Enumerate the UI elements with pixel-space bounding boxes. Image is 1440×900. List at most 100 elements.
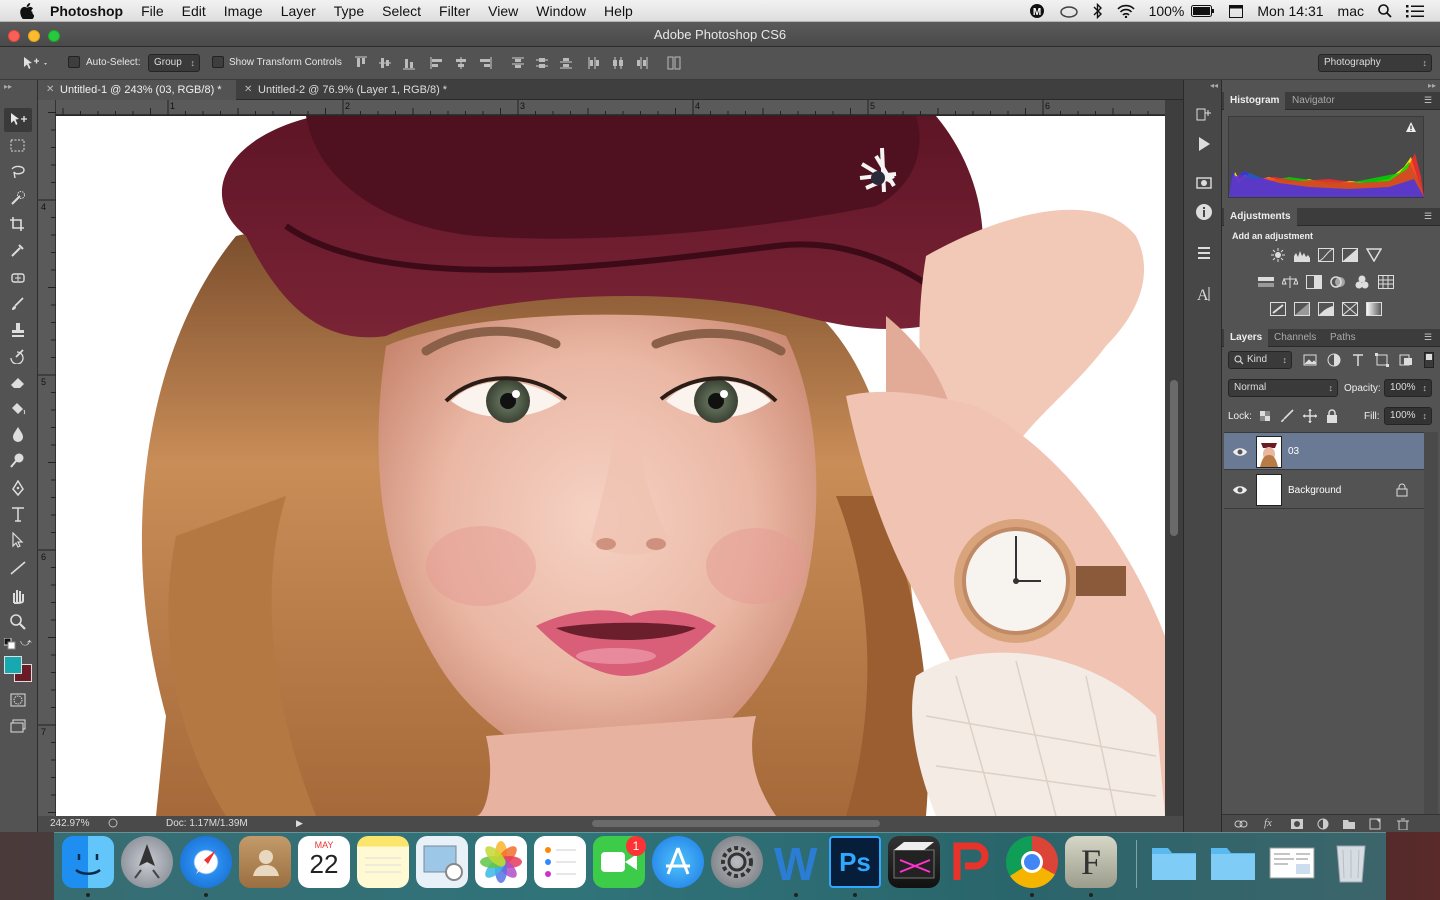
dock-launchpad-icon[interactable] [121, 836, 173, 888]
scrollbar-thumb[interactable] [1170, 380, 1178, 536]
menu-edit[interactable]: Edit [173, 0, 215, 22]
menu-window[interactable]: Window [527, 0, 595, 22]
black-white-icon[interactable] [1306, 275, 1322, 289]
distribute-left-icon[interactable] [586, 55, 602, 71]
lock-transparent-icon[interactable] [1258, 409, 1274, 423]
dock-finder-icon[interactable] [62, 836, 114, 888]
menu-file[interactable]: File [132, 0, 173, 22]
new-group-icon[interactable] [1342, 818, 1356, 830]
line-tool-icon[interactable] [4, 556, 32, 580]
tab-paths[interactable]: Paths [1324, 329, 1362, 347]
path-selection-tool-icon[interactable] [4, 528, 32, 552]
status-info-icon[interactable] [108, 818, 118, 828]
tab-histogram[interactable]: Histogram [1224, 92, 1286, 110]
menu-photoshop[interactable]: Photoshop [38, 0, 132, 22]
tab-untitled-1[interactable]: ✕ Untitled-1 @ 243% (03, RGB/8) * [38, 80, 236, 100]
layer-style-fx-icon[interactable]: fx [1264, 817, 1272, 829]
invert-icon[interactable] [1270, 302, 1286, 316]
auto-select-dropdown[interactable]: Group [148, 54, 200, 72]
panel-menu-icon[interactable]: ☰ [1424, 211, 1436, 223]
align-hcenter-icon[interactable] [453, 55, 469, 71]
history-brush-tool-icon[interactable] [4, 344, 32, 368]
close-window-button[interactable] [8, 30, 20, 42]
swap-colors-icon[interactable]: ⤻ [20, 637, 32, 649]
align-bottom-icon[interactable] [401, 55, 417, 71]
gradient-map-icon[interactable] [1366, 302, 1382, 316]
dock-fontlab-icon[interactable]: F [1065, 836, 1117, 888]
properties-panel-icon[interactable] [1194, 173, 1214, 193]
layer-row-background[interactable]: Background [1224, 471, 1424, 509]
visibility-eye-icon[interactable] [1232, 446, 1248, 458]
posterize-icon[interactable] [1294, 302, 1310, 316]
history-panel-icon[interactable] [1194, 105, 1214, 125]
notification-center-icon[interactable] [1399, 4, 1440, 18]
dock-document-icon[interactable] [1266, 836, 1318, 888]
dock-calendar-icon[interactable]: MAY 22 [298, 836, 350, 888]
cloud-icon[interactable] [1052, 4, 1086, 18]
zoom-tool-icon[interactable] [4, 610, 32, 634]
dock-photos-icon[interactable] [475, 836, 527, 888]
photo-filter-icon[interactable] [1330, 275, 1346, 289]
collapse-strip-icon[interactable]: ◂◂ [1210, 81, 1218, 90]
lock-all-icon[interactable] [1324, 409, 1340, 423]
crop-tool-icon[interactable] [4, 212, 32, 236]
dock-preview-icon[interactable] [416, 836, 468, 888]
bluetooth-icon[interactable] [1086, 3, 1110, 19]
foreground-color-swatch[interactable] [4, 656, 22, 674]
layers-scrollbar[interactable] [1424, 432, 1438, 830]
auto-select-checkbox[interactable] [68, 56, 80, 68]
color-balance-icon[interactable] [1282, 275, 1298, 289]
wifi-icon[interactable] [1110, 4, 1142, 18]
eraser-tool-icon[interactable] [4, 370, 32, 394]
menu-layer[interactable]: Layer [272, 0, 325, 22]
spotlight-icon[interactable] [1371, 4, 1399, 18]
zoom-window-button[interactable] [48, 30, 60, 42]
collapse-tools-icon[interactable]: ▸▸ [4, 82, 12, 91]
vertical-scrollbar[interactable] [1165, 100, 1183, 816]
dock-reminders-icon[interactable] [534, 836, 586, 888]
exposure-icon[interactable] [1342, 248, 1358, 262]
quick-selection-tool-icon[interactable] [4, 186, 32, 210]
document-canvas[interactable] [56, 116, 1165, 816]
dock-contacts-icon[interactable] [239, 836, 291, 888]
minimize-window-button[interactable] [28, 30, 40, 42]
visibility-eye-icon[interactable] [1232, 484, 1248, 496]
dock-notes-icon[interactable] [357, 836, 409, 888]
layer-comps-panel-icon[interactable] [1194, 243, 1214, 263]
filter-toggle[interactable] [1424, 352, 1434, 368]
lasso-tool-icon[interactable] [4, 160, 32, 184]
clone-stamp-tool-icon[interactable] [4, 318, 32, 342]
tab-adjustments[interactable]: Adjustments [1224, 208, 1297, 226]
menu-type[interactable]: Type [325, 0, 373, 22]
vibrance-icon[interactable] [1366, 248, 1382, 262]
align-top-icon[interactable] [353, 55, 369, 71]
status-menu-arrow-icon[interactable]: ▶ [296, 818, 303, 829]
horizontal-scrollbar-thumb[interactable] [592, 820, 880, 827]
new-adjustment-layer-icon[interactable] [1316, 818, 1330, 830]
menu-help[interactable]: Help [595, 0, 642, 22]
workspace-dropdown[interactable]: Photography [1318, 54, 1432, 72]
levels-icon[interactable] [1294, 248, 1310, 262]
default-colors-icon[interactable] [4, 638, 16, 650]
dock-trash-icon[interactable] [1325, 836, 1377, 888]
align-left-icon[interactable] [429, 55, 445, 71]
menu-view[interactable]: View [479, 0, 527, 22]
dodge-tool-icon[interactable] [4, 448, 32, 472]
vertical-ruler[interactable]: 4 5 6 7 [38, 100, 56, 816]
character-panel-icon[interactable]: A [1194, 284, 1214, 304]
menu-filter[interactable]: Filter [430, 0, 479, 22]
close-tab-icon[interactable]: ✕ [244, 80, 252, 100]
align-vcenter-icon[interactable] [377, 55, 393, 71]
horizontal-ruler[interactable]: 1 2 3 4 5 6 [56, 100, 1165, 115]
opacity-input[interactable]: 100% [1384, 379, 1432, 397]
menu-select[interactable]: Select [373, 0, 430, 22]
dock-chrome-icon[interactable] [1006, 836, 1058, 888]
layer-name[interactable]: Background [1288, 485, 1341, 496]
brightness-contrast-icon[interactable] [1270, 248, 1286, 262]
tab-navigator[interactable]: Navigator [1286, 92, 1341, 110]
dock-final-cut-icon[interactable] [888, 836, 940, 888]
clock[interactable]: Mon 14:31 [1250, 0, 1330, 22]
close-tab-icon[interactable]: ✕ [46, 80, 54, 100]
tab-layers[interactable]: Layers [1224, 329, 1269, 347]
collapse-panels-icon[interactable]: ▸▸ [1428, 81, 1436, 90]
